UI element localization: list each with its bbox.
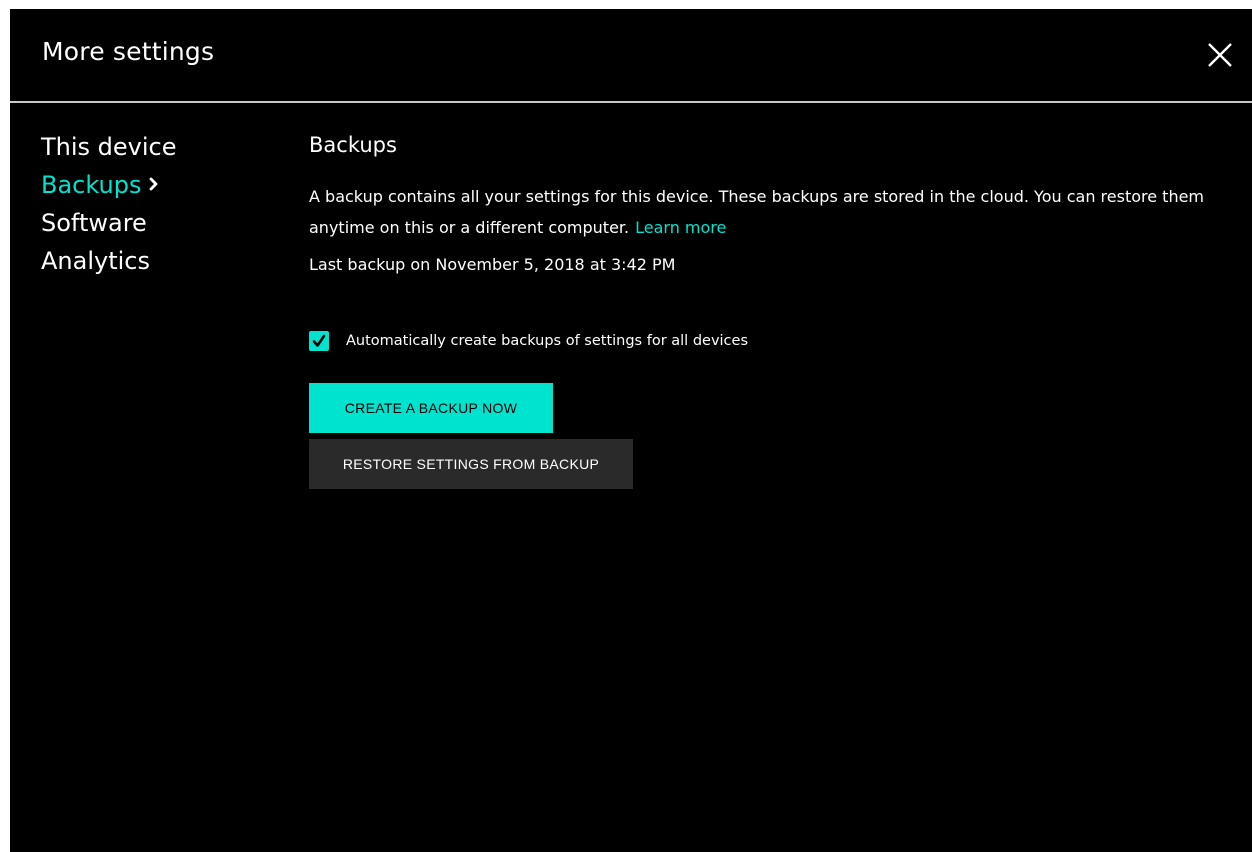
nav-item-label: This device [41,133,177,161]
more-settings-dialog: More settings This device Backups Softwa… [10,9,1252,852]
nav-item-backups[interactable]: Backups [41,166,281,204]
nav-item-label: Backups [41,171,142,199]
close-icon[interactable] [1207,42,1233,68]
auto-backup-label: Automatically create backups of settings… [346,333,748,349]
restore-backup-button[interactable]: RESTORE SETTINGS FROM BACKUP [309,439,633,489]
nav-item-analytics[interactable]: Analytics [41,242,281,280]
auto-backup-checkbox[interactable] [309,331,329,351]
chevron-right-icon [149,177,159,191]
create-backup-button[interactable]: CREATE A BACKUP NOW [309,383,553,433]
last-backup-text: Last backup on November 5, 2018 at 3:42 … [309,255,676,274]
backups-description: A backup contains all your settings for … [309,181,1239,243]
dialog-title: More settings [42,37,215,66]
nav-item-software[interactable]: Software [41,204,281,242]
settings-nav: This device Backups Software Analytics [41,128,281,280]
description-text: A backup contains all your settings for … [309,187,1205,237]
auto-backup-option: Automatically create backups of settings… [309,329,748,353]
nav-item-label: Software [41,209,147,237]
nav-item-this-device[interactable]: This device [41,128,281,166]
section-title: Backups [309,133,397,157]
learn-more-link[interactable]: Learn more [635,218,726,237]
checkmark-icon [312,334,326,347]
backups-panel: Backups A backup contains all your setti… [309,129,1239,489]
nav-item-label: Analytics [41,247,150,275]
dialog-header: More settings [10,9,1252,103]
